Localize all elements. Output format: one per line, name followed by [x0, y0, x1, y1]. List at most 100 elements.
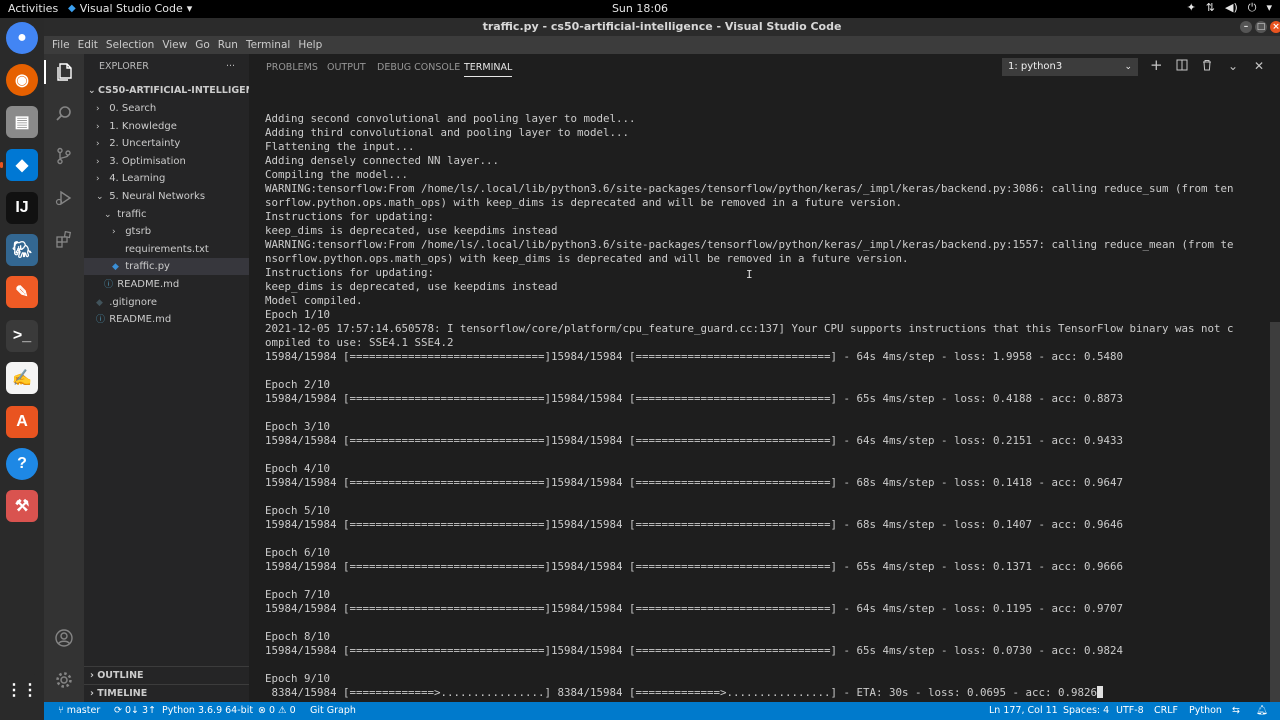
menu-view[interactable]: View — [158, 39, 191, 51]
tree-item-label: 4. Learning — [109, 173, 166, 185]
system-tray[interactable]: ✦ ⇅ ◀) ⏻ ▾ — [1187, 1, 1272, 15]
chrome-icon[interactable]: ● — [6, 22, 38, 54]
tree-file[interactable]: requirements.txt — [84, 241, 249, 258]
tab-debug-console[interactable]: DEBUG CONSOLE — [377, 62, 460, 73]
indentation[interactable]: Spaces: 4 — [1063, 705, 1109, 716]
branch-icon: ⑂ — [58, 705, 64, 716]
terminal-line: 15984/15984 [===========================… — [265, 560, 1124, 573]
tree-file[interactable]: ◆ .gitignore — [84, 294, 249, 311]
timeline-section[interactable]: › TIMELINE — [84, 684, 249, 702]
tree-item-label: requirements.txt — [125, 243, 209, 255]
tree-file[interactable]: ⓘ README.md — [84, 276, 249, 293]
text-editor-icon[interactable]: ✍ — [6, 362, 38, 394]
sync-status[interactable]: ⟳ 0↓ 3↑ — [114, 705, 156, 716]
tree-item-label: .gitignore — [109, 296, 158, 308]
files-icon[interactable]: ▤ — [6, 106, 38, 138]
menu-edit[interactable]: Edit — [74, 39, 102, 51]
tree-item-label: traffic — [117, 208, 147, 220]
settings-tool-icon[interactable]: ⚒ — [6, 490, 38, 522]
postgres-icon[interactable]: 🐘︎ — [6, 234, 38, 266]
encoding[interactable]: UTF-8 — [1116, 705, 1144, 716]
live-share-icon[interactable]: ⇆ — [1232, 705, 1240, 716]
window-titlebar[interactable]: traffic.py - cs50-artificial-intelligenc… — [44, 18, 1280, 36]
terminal-line: 15984/15984 [===========================… — [265, 518, 1124, 531]
terminal-select[interactable]: 1: python3 ⌄ — [1002, 58, 1138, 76]
terminal-cursor — [1097, 686, 1104, 698]
new-terminal-icon[interactable]: + — [1150, 56, 1163, 74]
menu-terminal[interactable]: Terminal — [242, 39, 294, 51]
menu-run[interactable]: Run — [214, 39, 242, 51]
tree-folder[interactable]: › 0. Search — [84, 100, 249, 117]
manage-gear-icon[interactable] — [52, 668, 76, 692]
extensions-icon[interactable] — [52, 228, 76, 252]
menu-file[interactable]: File — [48, 39, 74, 51]
terminal-output[interactable]: Adding second convolutional and pooling … — [265, 112, 1265, 700]
run-debug-icon[interactable] — [52, 186, 76, 210]
ubuntu-dock: ● ◉ ▤ ◆ IJ 🐘︎ ✎ >_ ✍ A? ⚒ ⋮⋮ — [0, 18, 44, 720]
tab-terminal[interactable]: TERMINAL — [464, 62, 513, 77]
tree-item-label: traffic.py — [125, 261, 170, 273]
language-mode[interactable]: Python — [1189, 705, 1222, 716]
more-actions-icon[interactable]: ··· — [226, 54, 235, 80]
tree-folder[interactable]: › 3. Optimisation — [84, 153, 249, 170]
tree-folder[interactable]: › 4. Learning — [84, 170, 249, 187]
close-icon[interactable]: × — [1270, 21, 1280, 33]
accessibility-icon[interactable]: ✦ — [1187, 1, 1196, 15]
tree-file[interactable]: ◆ traffic.py — [84, 258, 249, 276]
source-control-icon[interactable] — [52, 144, 76, 168]
postman-icon[interactable]: ✎ — [6, 276, 38, 308]
show-apps-icon[interactable]: ⋮⋮ — [6, 674, 38, 706]
power-icon[interactable]: ⏻ — [1248, 1, 1257, 15]
menu-go[interactable]: Go — [191, 39, 214, 51]
chevron-up-icon[interactable]: ⌄ — [1228, 59, 1238, 73]
chevron-right-icon: › — [96, 139, 100, 150]
chevron-down-icon: ⌄ — [1124, 62, 1132, 72]
terminal-icon[interactable]: >_ — [6, 320, 38, 352]
tree-folder[interactable]: › gtsrb — [84, 223, 249, 240]
terminal-scrollbar[interactable] — [1270, 322, 1280, 702]
git-branch[interactable]: ⑂ master — [58, 705, 100, 716]
split-terminal-icon[interactable] — [1176, 59, 1188, 74]
clock[interactable]: Sun 18:06 — [612, 2, 668, 15]
outline-section[interactable]: › OUTLINE — [84, 666, 249, 684]
python-interpreter[interactable]: Python 3.6.9 64-bit — [162, 705, 253, 716]
menu-help[interactable]: Help — [294, 39, 326, 51]
vscode-icon[interactable]: ◆ — [6, 149, 38, 181]
intellij-icon[interactable]: IJ — [6, 192, 38, 224]
git-graph-button[interactable]: Git Graph — [310, 705, 356, 716]
tree-folder[interactable]: ⌄ traffic — [84, 206, 249, 223]
activities-button[interactable]: Activities — [8, 2, 58, 15]
cursor-position[interactable]: Ln 177, Col 11 — [989, 705, 1058, 716]
tree-item-label: 0. Search — [109, 103, 157, 114]
app-menu[interactable]: ◆ Visual Studio Code ▾ — [68, 2, 192, 15]
notifications-bell-icon[interactable]: 🔔︎ — [1256, 705, 1268, 716]
info-icon: ⓘ — [104, 280, 114, 290]
terminal-line: 15984/15984 [===========================… — [265, 434, 1124, 447]
trash-icon[interactable] — [1201, 59, 1213, 74]
search-icon[interactable] — [52, 102, 76, 126]
tree-item-label: 3. Optimisation — [109, 155, 186, 167]
tab-problems[interactable]: PROBLEMS — [266, 62, 318, 73]
tree-folder[interactable]: ⌄ 5. Neural Networks — [84, 188, 249, 205]
account-icon[interactable] — [52, 626, 76, 650]
maximize-icon[interactable]: □ — [1255, 21, 1267, 33]
tree-folder[interactable]: › 1. Knowledge — [84, 118, 249, 135]
chevron-down-icon[interactable]: ▾ — [1266, 1, 1272, 15]
menu-selection[interactable]: Selection — [102, 39, 158, 51]
software-center-icon[interactable]: A — [6, 406, 38, 438]
explorer-icon[interactable] — [44, 60, 84, 84]
volume-icon[interactable]: ◀) — [1225, 1, 1238, 15]
tree-folder[interactable]: › 2. Uncertainty — [84, 135, 249, 152]
line-ending[interactable]: CRLF — [1154, 705, 1178, 716]
minimize-icon[interactable]: – — [1240, 21, 1252, 33]
tree-item-label: README.md — [117, 279, 180, 290]
help-icon[interactable]: ? — [6, 448, 38, 480]
network-icon[interactable]: ⇅ — [1206, 1, 1215, 15]
tree-file[interactable]: ⓘ README.md — [84, 311, 249, 328]
firefox-icon[interactable]: ◉ — [6, 64, 38, 96]
tab-output[interactable]: OUTPUT — [327, 62, 366, 73]
workspace-root[interactable]: ⌄ CS50-ARTIFICIAL-INTELLIGENCE — [84, 82, 267, 99]
problems-status[interactable]: ⊗ 0 ⚠ 0 — [258, 705, 296, 716]
terminal-line: WARNING:tensorflow:From /home/ls/.local/… — [265, 238, 1234, 251]
close-panel-icon[interactable]: ✕ — [1254, 59, 1264, 73]
